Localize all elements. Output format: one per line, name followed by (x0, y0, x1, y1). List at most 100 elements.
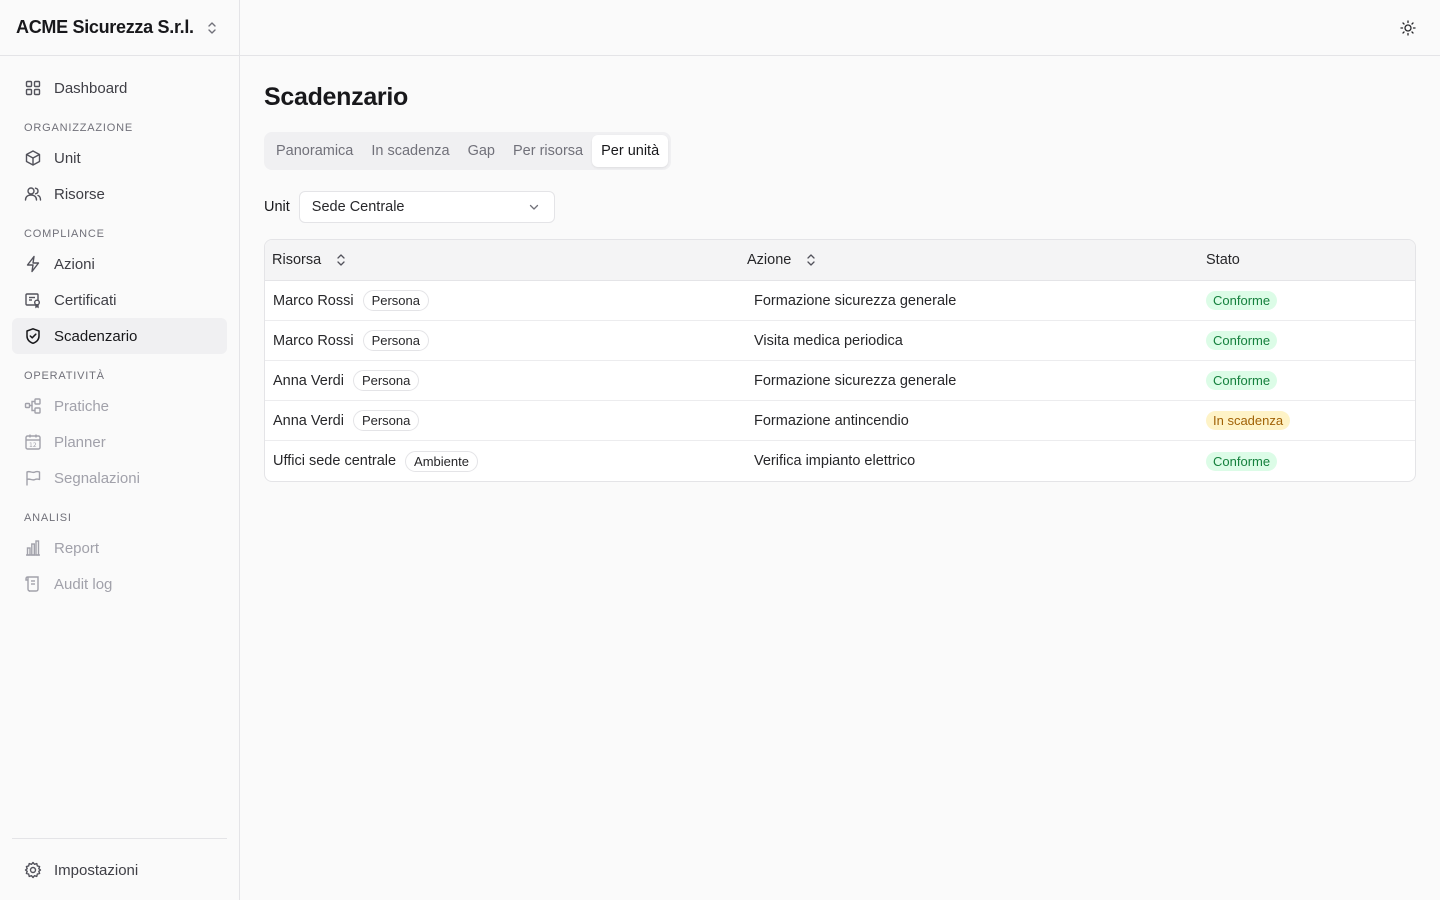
users-icon (24, 187, 42, 201)
sidebar-item-label: Pratiche (54, 397, 110, 415)
main-content: Scadenzario Panoramica In scadenza Gap P… (264, 56, 1416, 482)
sidebar-item-label: Segnalazioni (54, 469, 140, 487)
resource-name: Uffici sede centrale (273, 453, 397, 469)
resource-type-badge: Persona (352, 370, 420, 391)
scadenzario-table: Risorsa Azione Stato Marco Rossi Persona… (264, 239, 1416, 482)
cell-stato: Conforme (1200, 291, 1415, 310)
status-badge: Conforme (1206, 451, 1278, 471)
column-header-risorsa[interactable]: Risorsa (265, 252, 747, 268)
sidebar-item-dashboard[interactable]: Dashboard (12, 70, 227, 106)
column-header-stato: Stato (1200, 252, 1415, 268)
tab-list: Panoramica In scadenza Gap Per risorsa P… (264, 132, 672, 170)
status-badge: Conforme (1206, 291, 1278, 310)
sort-icon (807, 254, 815, 266)
gear-icon (24, 861, 42, 879)
cell-stato: Conforme (1200, 371, 1415, 390)
sidebar-item-azioni[interactable]: Azioni (12, 246, 227, 282)
sidebar-item-label: Unit (54, 149, 81, 167)
sidebar-item-planner[interactable]: 12 Planner (12, 424, 227, 460)
cell-stato: Conforme (1200, 331, 1415, 350)
sidebar-item-audit-log[interactable]: Audit log (12, 566, 227, 602)
section-label-compliance: COMPLIANCE (24, 228, 105, 240)
grid-icon (25, 80, 41, 96)
table-row[interactable]: Uffici sede centrale Ambiente Verifica i… (265, 441, 1415, 481)
cell-stato: Conforme (1200, 451, 1415, 471)
cell-risorsa: Anna Verdi Persona (265, 370, 747, 391)
tab-per-unita[interactable]: Per unità (592, 135, 669, 167)
sun-icon (1400, 20, 1416, 36)
sidebar-item-label: Dashboard (54, 79, 128, 97)
box-icon (25, 150, 41, 166)
cell-risorsa: Marco Rossi Persona (265, 330, 747, 351)
cell-risorsa: Marco Rossi Persona (265, 290, 747, 311)
sidebar-item-label: Azioni (54, 255, 95, 273)
sidebar-item-report[interactable]: Report (12, 530, 227, 566)
table-row[interactable]: Anna Verdi Persona Formazione antincendi… (265, 401, 1415, 441)
page-title: Scadenzario (264, 83, 408, 111)
cell-azione: Formazione antincendio (754, 412, 909, 429)
resource-type-badge: Persona (352, 410, 420, 431)
sidebar-item-label: Audit log (54, 575, 113, 593)
sort-icon (337, 254, 345, 266)
tab-panoramica[interactable]: Panoramica (267, 135, 362, 167)
sidebar-item-segnalazioni[interactable]: Segnalazioni (12, 460, 227, 496)
section-label-analisi: ANALISI (24, 512, 72, 524)
bolt-icon (26, 255, 40, 273)
table-header: Risorsa Azione Stato (265, 240, 1415, 281)
resource-type-badge: Persona (362, 330, 429, 351)
status-badge: In scadenza (1206, 411, 1291, 430)
sidebar-item-risorse[interactable]: Risorse (12, 176, 227, 212)
table-row[interactable]: Marco Rossi Persona Formazione sicurezza… (265, 281, 1415, 321)
tab-per-risorsa[interactable]: Per risorsa (504, 135, 592, 167)
cell-azione: Formazione sicurezza generale (754, 292, 957, 309)
cell-risorsa: Uffici sede centrale Ambiente (265, 450, 747, 472)
sidebar-item-unit[interactable]: Unit (12, 140, 227, 176)
cell-risorsa: Anna Verdi Persona (265, 410, 747, 431)
sidebar-item-certificati[interactable]: Certificati (12, 282, 227, 318)
tab-in-scadenza[interactable]: In scadenza (362, 135, 458, 167)
cell-azione: Verifica impianto elettrico (754, 453, 916, 469)
sidebar-item-label: Scadenzario (54, 327, 138, 345)
scroll-icon (25, 576, 39, 592)
column-header-azione[interactable]: Azione (747, 252, 1200, 268)
resource-name: Anna Verdi (273, 412, 344, 429)
unit-select[interactable]: Sede Centrale (298, 191, 555, 223)
resource-type-badge: Persona (362, 290, 429, 311)
resource-type-badge: Ambiente (405, 450, 478, 472)
column-header-label: Stato (1206, 252, 1240, 268)
sidebar-item-label: Certificati (54, 291, 117, 309)
sidebar-item-label: Planner (54, 433, 106, 451)
resource-name: Marco Rossi (273, 292, 354, 309)
calendar-icon: 12 (25, 434, 41, 450)
chevron-down-icon (529, 204, 538, 210)
chevron-up-down-icon (208, 21, 216, 34)
sidebar-item-scadenzario[interactable]: Scadenzario (12, 318, 227, 354)
sidebar-footer: Impostazioni (12, 838, 227, 888)
bar-chart-icon (26, 540, 40, 556)
cell-azione: Formazione sicurezza generale (754, 372, 957, 389)
table-row[interactable]: Anna Verdi Persona Formazione sicurezza … (265, 361, 1415, 401)
resource-name: Anna Verdi (273, 372, 344, 389)
sidebar: ACME Sicurezza S.r.l. Dashboard ORGANIZZ… (0, 0, 240, 900)
section-label-organizzazione: ORGANIZZAZIONE (24, 122, 133, 134)
svg-text:12: 12 (29, 442, 37, 449)
shield-check-icon (26, 328, 40, 345)
status-badge: Conforme (1206, 371, 1278, 390)
sidebar-item-label: Impostazioni (54, 861, 139, 879)
org-name: ACME Sicurezza S.r.l. (16, 17, 194, 37)
cell-stato: In scadenza (1200, 411, 1415, 430)
org-switcher[interactable]: ACME Sicurezza S.r.l. (0, 0, 239, 56)
cell-azione: Visita medica periodica (754, 332, 903, 349)
unit-select-value: Sede Centrale (311, 199, 405, 215)
table-row[interactable]: Marco Rossi Persona Visita medica period… (265, 321, 1415, 361)
column-header-label: Azione (747, 252, 792, 268)
sidebar-item-label: Report (54, 539, 100, 557)
theme-toggle-button[interactable] (1398, 18, 1418, 38)
tab-gap[interactable]: Gap (459, 135, 504, 167)
sidebar-item-pratiche[interactable]: Pratiche (12, 388, 227, 424)
certificate-icon (25, 293, 40, 309)
status-badge: Conforme (1206, 331, 1278, 350)
sidebar-item-label: Risorse (54, 185, 105, 203)
topbar (240, 0, 1440, 56)
sidebar-item-impostazioni[interactable]: Impostazioni (12, 852, 227, 888)
